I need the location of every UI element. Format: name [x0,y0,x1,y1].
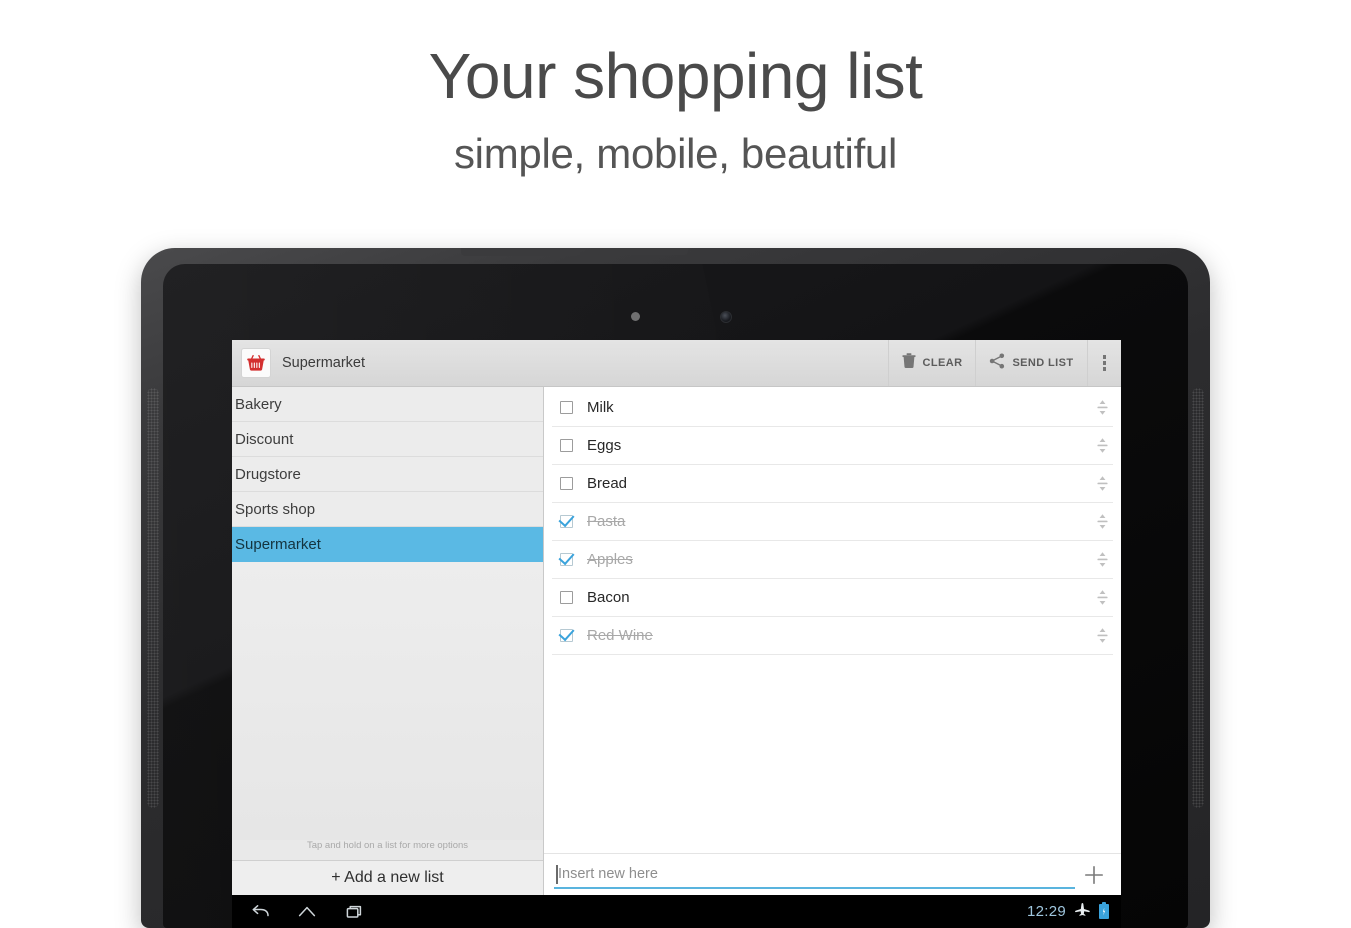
item-label: Bacon [587,589,630,606]
home-icon[interactable] [297,904,317,920]
send-list-button[interactable]: SEND LIST [975,340,1086,386]
speaker-grille-left [147,388,159,808]
battery-charging-icon [1099,901,1109,919]
item-label: Pasta [587,513,626,530]
airplane-mode-icon [1075,902,1090,922]
items-pane: Milk Eggs Bread Pasta Apples Bacon Red W… [544,387,1121,895]
speaker-grille-right [1192,388,1204,808]
new-item-row: Insert new here [544,853,1121,895]
item-checkbox[interactable] [560,591,573,604]
new-item-input[interactable]: Insert new here [554,861,1075,889]
front-camera-icon [720,311,732,323]
item-label: Bread [587,475,628,492]
item-label: Milk [587,399,614,416]
shopping-basket-icon [241,348,271,378]
item-checkbox[interactable] [560,553,573,566]
item-checkbox[interactable] [560,477,573,490]
clear-button[interactable]: CLEAR [887,340,976,386]
add-item-button[interactable] [1075,856,1113,894]
overflow-dot [1102,355,1106,359]
overflow-dot [1102,361,1106,365]
sidebar-item-discount[interactable]: Discount [232,422,543,457]
sidebar-item-label: Supermarket [235,535,321,553]
items-empty-area [544,655,1121,853]
clear-button-label: CLEAR [922,357,963,369]
device-top-button-2 [596,248,688,255]
send-list-button-label: SEND LIST [1012,357,1074,369]
tablet-device: Supermarket CLEAR SEND LIST Bakery Disco… [141,248,1210,928]
action-bar-actions: CLEAR SEND LIST [887,340,1122,386]
add-new-list-button[interactable]: + Add a new list [232,860,543,895]
item-checkbox[interactable] [560,401,573,414]
new-item-placeholder: Insert new here [558,865,658,882]
text-caret [556,864,558,884]
promo-header: Your shopping list simple, mobile, beaut… [0,0,1351,178]
item-label: Apples [587,551,633,568]
sidebar-item-sports-shop[interactable]: Sports shop [232,492,543,527]
drag-handle-icon[interactable] [1091,551,1113,568]
trash-icon [901,352,916,374]
items-list: Milk Eggs Bread Pasta Apples Bacon Red W… [544,387,1121,655]
action-bar: Supermarket CLEAR SEND LIST [232,340,1121,387]
share-icon [989,353,1005,374]
recents-icon[interactable] [344,904,364,920]
device-top-button [461,248,581,256]
overflow-dot [1102,367,1106,371]
sidebar-item-label: Sports shop [235,500,316,518]
app-title: Supermarket [282,355,366,371]
nav-buttons [250,904,364,920]
status-clock: 12:29 [1026,903,1066,920]
lists-sidebar: Bakery Discount Drugstore Sports shop Su… [232,387,544,895]
drag-handle-icon[interactable] [1091,475,1113,492]
item-label: Red Wine [587,627,653,644]
sidebar-hint: Tap and hold on a list for more options [232,840,543,860]
sidebar-item-supermarket[interactable]: Supermarket [232,527,543,562]
drag-handle-icon[interactable] [1091,399,1113,416]
drag-handle-icon[interactable] [1091,437,1113,454]
item-label: Eggs [587,437,622,454]
app-body: Bakery Discount Drugstore Sports shop Su… [232,387,1121,895]
list-item[interactable]: Red Wine [552,617,1113,655]
list-item[interactable]: Milk [552,389,1113,427]
list-item[interactable]: Bacon [552,579,1113,617]
sidebar-item-label: Discount [235,430,294,448]
sidebar-empty-area [232,562,543,840]
plus-icon [1085,865,1103,884]
drag-handle-icon[interactable] [1091,589,1113,606]
item-checkbox[interactable] [560,439,573,452]
sidebar-item-label: Drugstore [235,465,301,483]
item-checkbox[interactable] [560,629,573,642]
app-screen: Supermarket CLEAR SEND LIST Bakery Disco… [232,340,1121,895]
item-checkbox[interactable] [560,515,573,528]
ambient-sensor-icon [631,312,640,321]
sidebar-item-label: Bakery [235,395,282,413]
page-subtitle: simple, mobile, beautiful [453,130,898,177]
status-area[interactable]: 12:29 [1026,901,1109,922]
list-item[interactable]: Bread [552,465,1113,503]
list-item[interactable]: Eggs [552,427,1113,465]
drag-handle-icon[interactable] [1091,513,1113,530]
sidebar-item-bakery[interactable]: Bakery [232,387,543,422]
drag-handle-icon[interactable] [1091,627,1113,644]
list-item[interactable]: Apples [552,541,1113,579]
page-title: Your shopping list [428,40,923,112]
overflow-menu-icon[interactable] [1086,340,1122,386]
list-item[interactable]: Pasta [552,503,1113,541]
lists-container: Bakery Discount Drugstore Sports shop Su… [232,387,543,562]
sidebar-item-drugstore[interactable]: Drugstore [232,457,543,492]
back-icon[interactable] [250,904,270,920]
